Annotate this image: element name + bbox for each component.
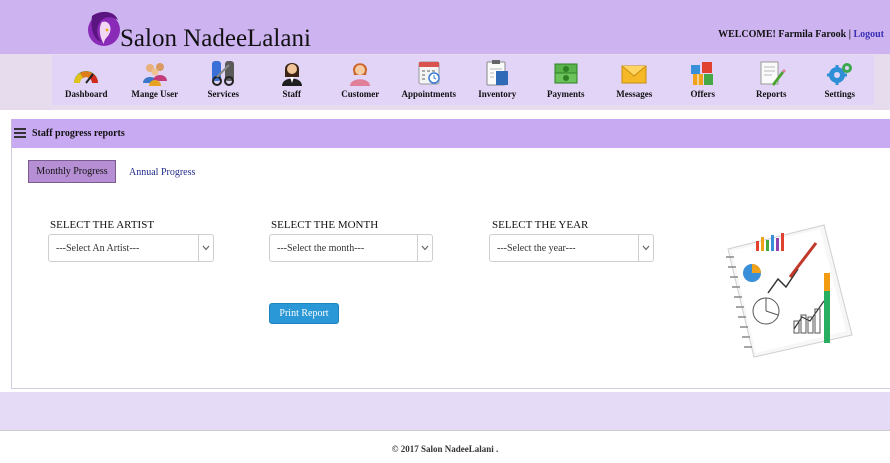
welcome-user: WELCOME! Farmila Farook [718, 29, 847, 40]
customer-icon [350, 63, 371, 86]
nav-appointments-label: Appointments [401, 89, 456, 99]
gauge-icon [74, 71, 99, 84]
nav-manage-user-label: Mange User [131, 89, 179, 99]
year-select-value: ---Select the year--- [497, 243, 576, 254]
nav-appointments[interactable]: Appointments [395, 55, 464, 105]
tab-monthly-progress[interactable]: Monthly Progress [28, 160, 116, 183]
gift-icon [690, 62, 713, 85]
print-report-button[interactable]: Print Report [269, 303, 339, 324]
footer-divider [0, 430, 890, 431]
nav-settings[interactable]: Settings [806, 55, 875, 105]
report-icon [760, 61, 787, 86]
clipboard-icon [486, 60, 509, 86]
artist-select[interactable]: ---Select An Artist--- [48, 234, 214, 262]
staff-icon [281, 63, 302, 86]
footer-band [0, 392, 890, 430]
panel-title: Staff progress reports [32, 128, 125, 139]
nav-settings-label: Settings [824, 89, 855, 99]
chevron-down-icon [638, 235, 653, 261]
chevron-down-icon [417, 235, 432, 261]
nav-customer-label: Customer [341, 89, 380, 99]
woman-silhouette-logo-icon [88, 11, 120, 46]
year-select[interactable]: ---Select the year--- [489, 234, 654, 262]
artist-select-value: ---Select An Artist--- [56, 243, 140, 254]
nav-payments-label: Payments [547, 89, 585, 99]
nav-offers-label: Offers [690, 89, 716, 99]
nav-customer[interactable]: Customer [326, 55, 395, 105]
nav-reports-label: Reports [756, 89, 787, 99]
month-select-value: ---Select the month--- [277, 243, 365, 254]
chevron-down-icon [198, 235, 213, 261]
report-notebook-illustration [726, 224, 853, 358]
nav-inventory[interactable]: Inventory [463, 55, 532, 105]
nav-payments[interactable]: Payments [532, 55, 601, 105]
envelope-icon [621, 65, 647, 84]
nav-offers[interactable]: Offers [669, 55, 738, 105]
brand-name: Salon NadeeLalani [120, 25, 311, 52]
panel-header: Staff progress reports [11, 119, 890, 148]
nav-manage-user[interactable]: Mange User [121, 55, 190, 105]
footer-copyright: © 2017 Salon NadeeLalani . [391, 444, 499, 454]
money-icon [554, 63, 578, 84]
header-bar: Salon NadeeLalani WELCOME! Farmila Faroo… [0, 0, 890, 54]
nav-messages[interactable]: Messages [600, 55, 669, 105]
welcome-text: WELCOME! Farmila Farook | Logout [718, 29, 884, 40]
nav-services[interactable]: Services [189, 55, 258, 105]
nav-dashboard[interactable]: Dashboard [52, 55, 121, 105]
logout-link[interactable]: Logout [853, 29, 884, 40]
nav-reports[interactable]: Reports [737, 55, 806, 105]
calendar-icon [418, 61, 440, 85]
month-label: SELECT THE MONTH [271, 219, 379, 231]
nav-background: Dashboard Mange User Services Staff Cust… [0, 54, 890, 110]
month-select[interactable]: ---Select the month--- [269, 234, 433, 262]
nav-staff-label: Staff [282, 89, 302, 99]
nav-inventory-label: Inventory [478, 89, 517, 99]
nav-staff[interactable]: Staff [258, 55, 327, 105]
list-icon [14, 128, 26, 138]
nav-messages-label: Messages [616, 89, 653, 99]
nav-services-label: Services [207, 89, 240, 99]
gears-icon [826, 63, 852, 85]
nav-dashboard-label: Dashboard [64, 89, 108, 99]
artist-label: SELECT THE ARTIST [50, 219, 155, 231]
users-icon [142, 63, 167, 86]
scissors-icon [212, 61, 235, 86]
year-label: SELECT THE YEAR [492, 219, 589, 231]
main-nav: Dashboard Mange User Services Staff Cust… [52, 55, 874, 105]
tab-annual-progress[interactable]: Annual Progress [129, 167, 195, 178]
